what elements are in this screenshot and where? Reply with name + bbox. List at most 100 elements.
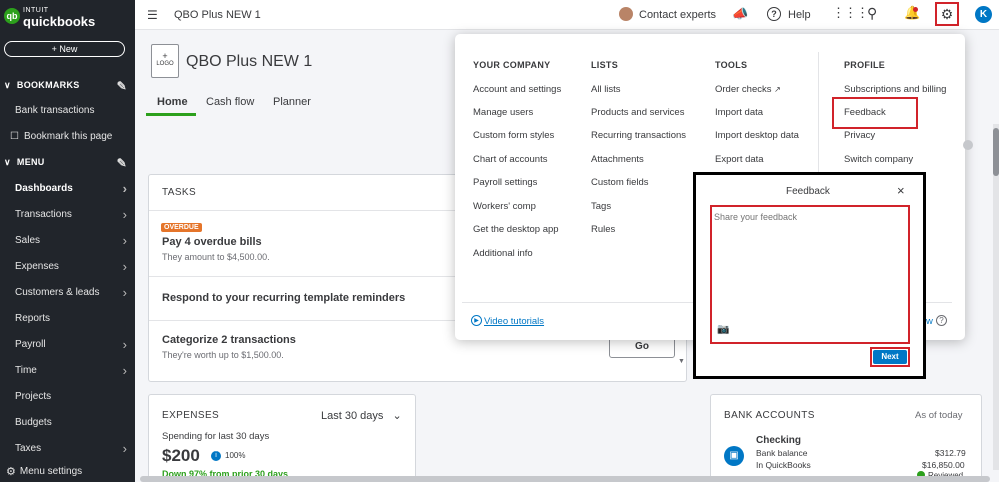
menu-item-subscriptions-billing[interactable]: Subscriptions and billing [844,84,946,95]
task-title[interactable]: Pay 4 overdue bills [162,236,262,248]
sidebar-item-sales[interactable]: Sales › [0,228,135,252]
menu-item-products-services[interactable]: Products and services [591,107,684,118]
chevron-right-icon: › [122,233,127,248]
play-circle-icon: ▶ [471,315,482,326]
brand[interactable]: qb INTUIT quickbooks [0,0,135,34]
info-icon[interactable]: i [211,451,221,461]
apps-grid-icon[interactable]: ⋮⋮⋮ [832,5,869,21]
sidebar-item-projects[interactable]: Projects [0,384,135,408]
menu-item-desktop-app[interactable]: Get the desktop app [473,224,559,235]
external-link-icon: ↗ [774,85,781,94]
tab-cash-flow[interactable]: Cash flow [206,96,254,108]
tools-heading: TOOLS [715,60,748,70]
tab-home[interactable]: Home [157,96,188,108]
close-icon[interactable]: × [897,183,905,198]
task-title[interactable]: Categorize 2 transactions [162,334,296,346]
menu-item-workers-comp[interactable]: Workers' comp [473,201,536,212]
sidebar-item-dashboards[interactable]: Dashboards › [0,176,135,200]
menu-item-tags[interactable]: Tags [591,201,611,212]
menu-item-all-lists[interactable]: All lists [591,84,621,95]
bookmark-item-bookmark-this-page[interactable]: ☐ Bookmark this page [0,124,135,148]
megaphone-icon[interactable]: 📣 [732,6,748,22]
menu-item-chart-of-accounts[interactable]: Chart of accounts [473,154,547,165]
sidebar-item-time[interactable]: Time › [0,358,135,382]
sidebar-item-transactions[interactable]: Transactions › [0,202,135,226]
menu-settings-button[interactable]: ⚙ Menu settings [0,460,135,482]
menu-item-switch-company[interactable]: Switch company [844,154,913,165]
sidebar-item-label: Projects [15,390,52,402]
sidebar-item-expenses[interactable]: Expenses › [0,254,135,278]
toggle-knob[interactable] [963,140,973,150]
menu-item-privacy[interactable]: Privacy [844,130,875,141]
next-button[interactable]: Next [873,350,907,364]
search-icon[interactable]: ⚲ [867,5,877,22]
feedback-title: Feedback [786,186,830,197]
video-tutorials-link[interactable]: Video tutorials [484,316,544,327]
bookmark-icon: ☐ [10,130,19,142]
edit-pencil-icon[interactable]: ✎ [117,79,127,93]
menu-item-custom-form-styles[interactable]: Custom form styles [473,130,554,141]
bank-balance-label: Bank balance [756,448,808,458]
help-icon[interactable]: ? [936,315,947,326]
menu-item-import-data[interactable]: Import data [715,107,763,118]
sidebar-item-customers-leads[interactable]: Customers & leads › [0,280,135,304]
chevron-right-icon: › [122,259,127,274]
edit-pencil-icon[interactable]: ✎ [117,156,127,170]
menu-item-import-desktop-data[interactable]: Import desktop data [715,130,799,141]
feedback-textarea[interactable] [710,205,910,344]
feedback-highlight-box [832,97,918,129]
topbar-company-name: QBO Plus NEW 1 [174,9,261,21]
user-avatar[interactable]: K [975,6,992,23]
menu-item-order-checks[interactable]: Order checks ↗ [715,84,781,95]
chevron-right-icon: › [122,441,127,456]
menu-item-additional-info[interactable]: Additional info [473,248,533,259]
sidebar-item-reports[interactable]: Reports [0,306,135,330]
chevron-down-icon: ⌄ [392,410,402,422]
menu-item-manage-users[interactable]: Manage users [473,107,533,118]
help-link[interactable]: Help [788,9,811,21]
menu-item-recurring-transactions[interactable]: Recurring transactions [591,130,686,141]
chevron-right-icon: › [122,337,127,352]
notification-bell-icon[interactable]: 🔔 [904,5,920,21]
menu-item-account-settings[interactable]: Account and settings [473,84,561,95]
menu-item-rules[interactable]: Rules [591,224,615,235]
brand-intuit: INTUIT [23,7,49,14]
task-title[interactable]: Respond to your recurring template remin… [162,292,405,304]
sidebar-item-budgets[interactable]: Budgets [0,410,135,434]
hidden-link-tail[interactable]: w [926,316,933,327]
scroll-down-arrow-icon[interactable]: ▼ [678,358,685,365]
sidebar-item-label: Dashboards [15,182,73,194]
expenses-amount: $200 [162,446,200,465]
menu-item-export-data[interactable]: Export data [715,154,764,165]
sidebar-item-label: Sales [15,234,41,246]
horizontal-scrollbar[interactable] [140,476,990,482]
gear-icon: ⚙ [6,465,16,478]
menu-item-custom-fields[interactable]: Custom fields [591,177,649,188]
collapse-menu-icon[interactable]: ☰ [147,8,158,22]
company-logo-placeholder[interactable]: + LOGO [151,44,179,78]
bank-account-name[interactable]: Checking [756,435,801,446]
camera-icon[interactable]: 📷 [717,324,729,335]
tab-planner[interactable]: Planner [273,96,311,108]
sidebar-item-label: Transactions [15,208,72,220]
bookmark-item-label: Bookmark this page [23,130,113,142]
new-button[interactable]: + New [4,41,125,57]
settings-gear-button[interactable]: ⚙ [935,2,959,26]
menu-item-attachments[interactable]: Attachments [591,154,644,165]
expert-avatar-icon [619,7,633,21]
contact-experts-link[interactable]: Contact experts [639,9,716,21]
bookmark-item-label: Bank transactions [15,104,95,116]
qb-balance-label: In QuickBooks [756,460,811,470]
menu-settings-label: Menu settings [19,465,83,477]
bookmark-item-bank-transactions[interactable]: Bank transactions [0,98,135,122]
help-icon[interactable]: ? [767,7,781,21]
your-company-heading: YOUR COMPANY [473,60,551,70]
menu-item-payroll-settings[interactable]: Payroll settings [473,177,537,188]
scrollbar-thumb[interactable] [993,128,999,176]
menu-header[interactable]: ∨ MENU ✎ [4,154,135,170]
bookmarks-header[interactable]: ∨ BOOKMARKS ✎ [4,77,135,93]
sidebar-item-taxes[interactable]: Taxes › [0,436,135,460]
profile-heading: PROFILE [844,60,886,70]
period-select[interactable]: Last 30 days ⌄ [321,409,402,422]
sidebar-item-payroll[interactable]: Payroll › [0,332,135,356]
